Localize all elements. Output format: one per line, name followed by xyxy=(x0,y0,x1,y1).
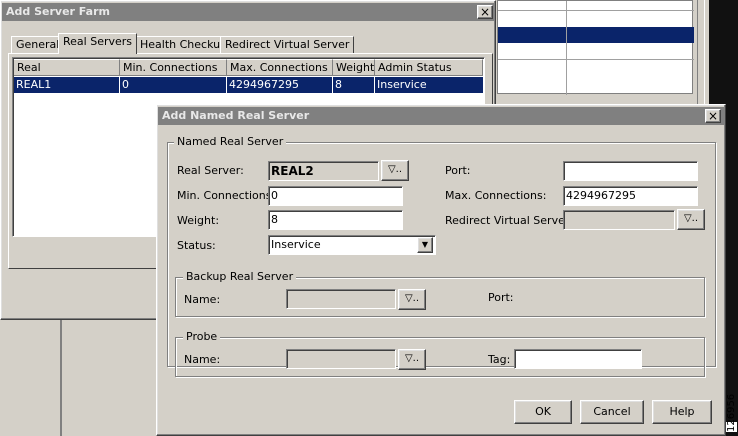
background-lower-panel xyxy=(0,318,160,436)
add-server-farm-titlebar: Add Server Farm xyxy=(2,3,495,21)
probe-tag-input[interactable] xyxy=(514,349,642,369)
ok-button[interactable]: OK xyxy=(514,400,572,424)
figure-id: 126956 xyxy=(726,394,737,432)
table-cell-min-connections: 0 xyxy=(120,77,227,93)
table-cell-max-connections: 4294967295 xyxy=(227,77,333,93)
max-connections-input[interactable]: 4294967295 xyxy=(563,186,698,206)
port-label: Port: xyxy=(445,164,471,177)
background-grid xyxy=(497,0,694,95)
probe-name-label: Name: xyxy=(184,353,221,366)
add-server-farm-close-button[interactable]: × xyxy=(477,5,493,19)
table-row[interactable]: REAL1 0 4294967295 8 Inservice xyxy=(14,77,483,93)
column-header-admin-status[interactable]: Admin Status xyxy=(375,59,483,76)
backup-name-label: Name: xyxy=(184,293,221,306)
tab-real-servers[interactable]: Real Servers xyxy=(58,33,138,54)
column-header-weight[interactable]: Weight xyxy=(333,59,375,76)
named-real-server-legend: Named Real Server xyxy=(174,136,287,148)
probe-name-browse-button[interactable]: ▽.. xyxy=(398,349,426,370)
table-cell-real: REAL1 xyxy=(14,77,120,93)
backup-port-label: Port: xyxy=(488,291,514,304)
redirect-virtual-server-field[interactable] xyxy=(563,210,675,230)
weight-input[interactable]: 8 xyxy=(268,210,403,230)
port-input[interactable] xyxy=(563,161,698,181)
status-label: Status: xyxy=(177,239,216,252)
probe-tag-label: Tag: xyxy=(488,353,511,366)
backup-name-field[interactable] xyxy=(286,289,396,309)
chevron-down-icon[interactable]: ▼ xyxy=(417,237,433,253)
probe-name-field[interactable] xyxy=(286,349,396,369)
filter-icon: ▽.. xyxy=(404,293,420,304)
table-cell-weight: 8 xyxy=(333,77,375,93)
max-connections-label: Max. Connections: xyxy=(445,189,547,202)
tab-redirect-virtual-server[interactable]: Redirect Virtual Server xyxy=(220,36,355,54)
column-header-min-connections[interactable]: Min. Connections xyxy=(120,59,227,76)
filter-icon: ▽.. xyxy=(387,164,403,175)
real-server-field[interactable]: REAL2 xyxy=(268,161,379,181)
real-server-browse-button[interactable]: ▽.. xyxy=(381,160,409,181)
add-server-farm-title: Add Server Farm xyxy=(6,5,110,18)
background-lower-border xyxy=(60,318,62,436)
table-cell-admin-status: Inservice xyxy=(377,78,427,91)
close-icon: × xyxy=(707,109,719,123)
background-selected-row xyxy=(498,27,694,43)
tab-general[interactable]: General xyxy=(11,36,65,54)
redirect-virtual-server-browse-button[interactable]: ▽.. xyxy=(677,209,705,230)
column-header-real[interactable]: Real xyxy=(14,59,120,76)
dialog-title: Add Named Real Server xyxy=(162,109,310,122)
close-icon: × xyxy=(479,5,491,19)
probe-legend: Probe xyxy=(183,331,221,343)
column-header-max-connections[interactable]: Max. Connections xyxy=(227,59,333,76)
filter-icon: ▽.. xyxy=(404,353,420,364)
backup-name-browse-button[interactable]: ▽.. xyxy=(398,289,426,310)
help-button[interactable]: Help xyxy=(652,400,712,424)
cancel-button[interactable]: Cancel xyxy=(580,400,644,424)
backup-real-server-legend: Backup Real Server xyxy=(183,271,297,283)
dialog-close-button[interactable]: × xyxy=(705,109,721,123)
tab-health-checkup[interactable]: Health Checkup xyxy=(135,36,233,54)
status-select[interactable]: Inservice ▼ xyxy=(268,235,436,255)
min-connections-label: Min. Connections: xyxy=(177,189,276,202)
min-connections-input[interactable]: 0 xyxy=(268,186,403,206)
filter-icon: ▽.. xyxy=(683,213,699,224)
real-server-label: Real Server: xyxy=(177,164,244,177)
redirect-virtual-server-label: Redirect Virtual Server: xyxy=(445,214,573,227)
backup-real-server-group xyxy=(175,277,705,317)
weight-label: Weight: xyxy=(177,214,220,227)
dialog-titlebar: Add Named Real Server xyxy=(158,107,724,125)
add-named-real-server-dialog: Add Named Real Server × Named Real Serve… xyxy=(156,104,726,436)
